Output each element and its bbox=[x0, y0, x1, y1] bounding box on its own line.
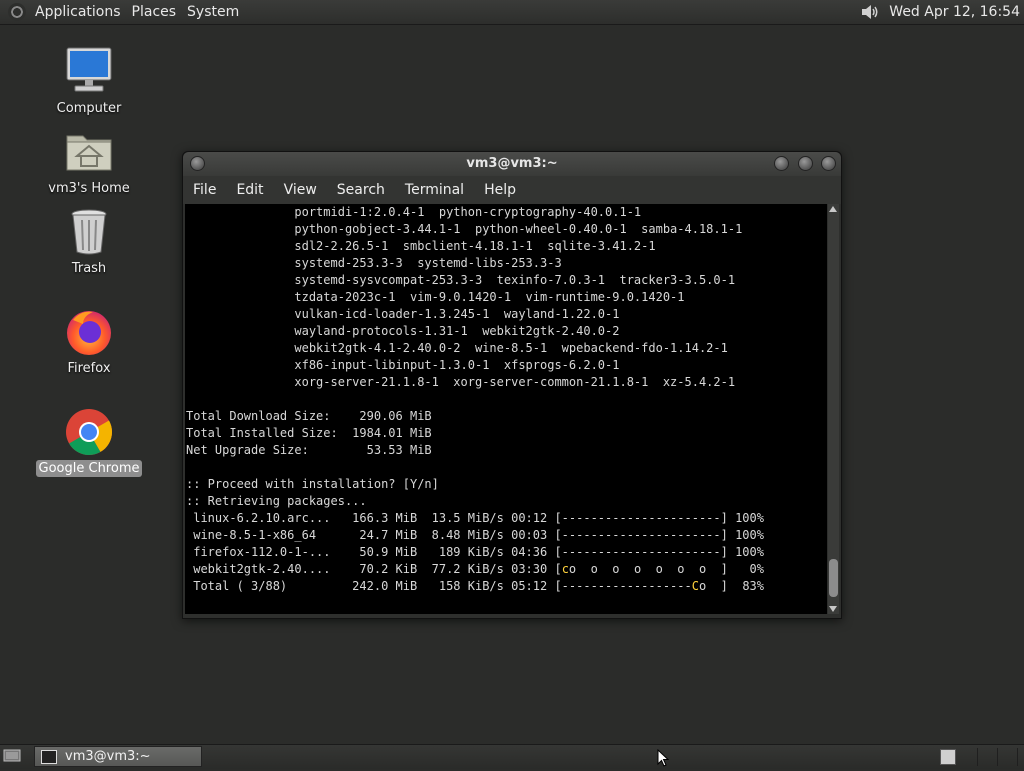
bottom-panel: vm3@vm3:~ bbox=[0, 744, 1024, 769]
terminal-line: Total Download Size: 290.06 MiB bbox=[186, 409, 432, 423]
computer-icon bbox=[63, 46, 115, 98]
terminal-line: systemd-sysvcompat-253.3-3 texinfo-7.0.3… bbox=[186, 273, 736, 287]
taskbar-task-label: vm3@vm3:~ bbox=[65, 749, 151, 764]
desktop-icon-label: vm3's Home bbox=[48, 181, 130, 196]
terminal-line: vulkan-icd-loader-1.3.245-1 wayland-1.22… bbox=[186, 307, 620, 321]
terminal-line: wine-8.5-1-x86_64 24.7 MiB 8.48 MiB/s 00… bbox=[186, 528, 764, 542]
terminal-line: firefox-112.0-1-... 50.9 MiB 189 KiB/s 0… bbox=[186, 545, 764, 559]
volume-icon[interactable] bbox=[859, 1, 881, 23]
workspace-1[interactable] bbox=[940, 749, 956, 765]
top-panel: Applications Places System Wed Apr 12, 1… bbox=[0, 0, 1024, 25]
workspace-4[interactable] bbox=[998, 748, 1018, 766]
applications-menu[interactable]: Applications bbox=[32, 4, 129, 20]
terminal-output[interactable]: portmidi-1:2.0.4-1 python-cryptography-4… bbox=[185, 204, 827, 614]
terminal-line: portmidi-1:2.0.4-1 python-cryptography-4… bbox=[186, 205, 642, 219]
terminal-line: systemd-253.3-3 systemd-libs-253.3-3 bbox=[186, 256, 562, 270]
terminal-icon bbox=[41, 749, 57, 764]
progress-line-webkit: webkit2gtk-2.40.... 70.2 KiB 77.2 KiB/s … bbox=[186, 561, 764, 578]
trash-icon bbox=[63, 206, 115, 258]
terminal-line: xf86-input-libinput-1.3.0-1 xfsprogs-6.2… bbox=[186, 358, 620, 372]
desktop-icon-label: Google Chrome bbox=[35, 460, 143, 477]
show-desktop-icon[interactable] bbox=[3, 748, 21, 764]
progress-text: o ] 83% bbox=[698, 579, 764, 593]
progress-text: o o o o o o o ] 0% bbox=[568, 562, 764, 576]
workspace-2[interactable] bbox=[958, 748, 978, 766]
terminal-line: sdl2-2.26.5-1 smbclient-4.18.1-1 sqlite-… bbox=[186, 239, 656, 253]
home-folder-icon bbox=[63, 126, 115, 178]
desktop-icon-label: Computer bbox=[56, 101, 122, 116]
close-button[interactable] bbox=[821, 156, 836, 171]
menu-search[interactable]: Search bbox=[327, 182, 395, 198]
terminal-line: tzdata-2023c-1 vim-9.0.1420-1 vim-runtim… bbox=[186, 290, 685, 304]
desktop-icon-home[interactable]: vm3's Home bbox=[34, 126, 144, 197]
terminal-line: :: Proceed with installation? [Y/n] bbox=[186, 477, 439, 491]
terminal-line: Total Installed Size: 1984.01 MiB bbox=[186, 426, 432, 440]
progress-pacman: c bbox=[561, 562, 569, 576]
terminal-line: wayland-protocols-1.31-1 webkit2gtk-2.40… bbox=[186, 324, 620, 338]
menu-view[interactable]: View bbox=[274, 182, 327, 198]
window-titlebar[interactable]: vm3@vm3:~ bbox=[183, 152, 841, 176]
terminal-line: linux-6.2.10.arc... 166.3 MiB 13.5 MiB/s… bbox=[186, 511, 764, 525]
terminal-line: webkit2gtk-4.1-2.40.0-2 wine-8.5-1 wpeba… bbox=[186, 341, 728, 355]
progress-text: Total ( 3/88) 242.0 MiB 158 KiB/s 05:12 … bbox=[186, 579, 692, 593]
places-menu[interactable]: Places bbox=[129, 4, 185, 20]
chrome-icon bbox=[63, 406, 115, 458]
system-menu[interactable]: System bbox=[184, 4, 247, 20]
window-title: vm3@vm3:~ bbox=[466, 156, 558, 171]
clock[interactable]: Wed Apr 12, 16:54 bbox=[889, 4, 1020, 20]
menu-file[interactable]: File bbox=[183, 182, 226, 198]
notification-area: Wed Apr 12, 16:54 bbox=[859, 0, 1020, 24]
desktop-icon-label: Trash bbox=[71, 261, 107, 276]
terminal-line: :: Retrieving packages... bbox=[186, 494, 367, 508]
progress-pacman: C bbox=[691, 579, 699, 593]
desktop-icon-computer[interactable]: Computer bbox=[34, 46, 144, 117]
maximize-button[interactable] bbox=[798, 156, 813, 171]
terminal-menubar: File Edit View Search Terminal Help bbox=[183, 176, 841, 204]
progress-text: webkit2gtk-2.40.... 70.2 KiB 77.2 KiB/s … bbox=[186, 562, 562, 576]
desktop-icon-firefox[interactable]: Firefox bbox=[34, 306, 144, 377]
scroll-down-arrow-icon[interactable] bbox=[829, 606, 837, 612]
scroll-up-arrow-icon[interactable] bbox=[829, 206, 837, 212]
scrollbar-thumb[interactable] bbox=[829, 559, 838, 597]
distro-logo-icon[interactable] bbox=[8, 3, 26, 21]
desktop-icon-label: Firefox bbox=[67, 361, 111, 376]
terminal-scrollbar[interactable] bbox=[828, 204, 839, 614]
taskbar-terminal-button[interactable]: vm3@vm3:~ bbox=[34, 746, 202, 767]
workspace-3[interactable] bbox=[978, 748, 998, 766]
terminal-window[interactable]: vm3@vm3:~ File Edit View Search Terminal… bbox=[182, 151, 842, 619]
menu-terminal[interactable]: Terminal bbox=[395, 182, 474, 198]
desktop-icon-chrome[interactable]: Google Chrome bbox=[34, 406, 144, 477]
workspace-switcher[interactable] bbox=[938, 748, 1024, 766]
firefox-icon bbox=[63, 306, 115, 358]
terminal-line: xorg-server-21.1.8-1 xorg-server-common-… bbox=[186, 375, 736, 389]
minimize-button[interactable] bbox=[774, 156, 789, 171]
desktop-icon-trash[interactable]: Trash bbox=[34, 206, 144, 277]
menu-edit[interactable]: Edit bbox=[226, 182, 273, 198]
menu-help[interactable]: Help bbox=[474, 182, 526, 198]
progress-line-total: Total ( 3/88) 242.0 MiB 158 KiB/s 05:12 … bbox=[186, 578, 764, 595]
terminal-line: Net Upgrade Size: 53.53 MiB bbox=[186, 443, 432, 457]
terminal-line: python-gobject-3.44.1-1 python-wheel-0.4… bbox=[186, 222, 743, 236]
